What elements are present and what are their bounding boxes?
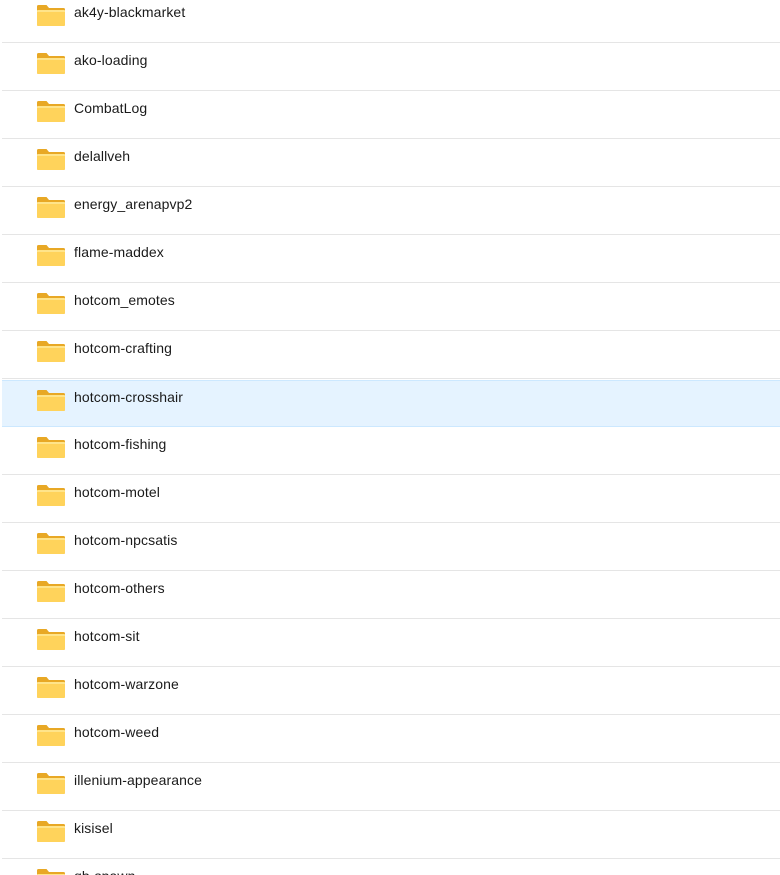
folder-name: hotcom-crosshair — [74, 389, 183, 405]
folder-name: qb-spawn — [74, 868, 136, 875]
folder-name: hotcom_emotes — [74, 292, 175, 308]
folder-icon — [36, 339, 66, 363]
folder-row-8[interactable]: hotcom-crosshair — [2, 380, 780, 427]
folder-icon — [36, 388, 66, 412]
folder-row-5[interactable]: flame-maddex — [2, 236, 780, 283]
folder-row-14[interactable]: hotcom-warzone — [2, 668, 780, 715]
folder-name: energy_arenapvp2 — [74, 196, 193, 212]
file-list: ak4y-blackmarket ako-loading CombatLog d… — [0, 0, 780, 875]
folder-name: flame-maddex — [74, 244, 164, 260]
folder-row-0[interactable]: ak4y-blackmarket — [2, 0, 780, 43]
folder-row-2[interactable]: CombatLog — [2, 92, 780, 139]
folder-icon — [36, 531, 66, 555]
folder-icon — [36, 291, 66, 315]
folder-name: illenium-appearance — [74, 772, 202, 788]
folder-row-17[interactable]: kisisel — [2, 812, 780, 859]
folder-name: hotcom-fishing — [74, 436, 167, 452]
folder-name: hotcom-weed — [74, 724, 160, 740]
folder-icon — [36, 579, 66, 603]
folder-icon — [36, 51, 66, 75]
folder-row-11[interactable]: hotcom-npcsatis — [2, 524, 780, 571]
folder-name: CombatLog — [74, 100, 148, 116]
folder-row-12[interactable]: hotcom-others — [2, 572, 780, 619]
folder-name: hotcom-crafting — [74, 340, 172, 356]
folder-name: hotcom-motel — [74, 484, 161, 500]
folder-row-7[interactable]: hotcom-crafting — [2, 332, 780, 379]
folder-name: ak4y-blackmarket — [74, 4, 186, 20]
folder-row-3[interactable]: delallveh — [2, 140, 780, 187]
folder-icon — [36, 147, 66, 171]
folder-row-16[interactable]: illenium-appearance — [2, 764, 780, 811]
folder-icon — [36, 675, 66, 699]
folder-icon — [36, 3, 66, 27]
folder-icon — [36, 627, 66, 651]
folder-icon — [36, 819, 66, 843]
folder-name: hotcom-npcsatis — [74, 532, 178, 548]
folder-icon — [36, 99, 66, 123]
folder-name: hotcom-sit — [74, 628, 140, 644]
folder-icon — [36, 243, 66, 267]
folder-icon — [36, 195, 66, 219]
folder-name: hotcom-warzone — [74, 676, 179, 692]
folder-icon — [36, 435, 66, 459]
folder-name: kisisel — [74, 820, 113, 836]
folder-icon — [36, 771, 66, 795]
folder-row-1[interactable]: ako-loading — [2, 44, 780, 91]
folder-row-13[interactable]: hotcom-sit — [2, 620, 780, 667]
folder-row-10[interactable]: hotcom-motel — [2, 476, 780, 523]
folder-icon — [36, 867, 66, 875]
folder-name: delallveh — [74, 148, 131, 164]
folder-row-4[interactable]: energy_arenapvp2 — [2, 188, 780, 235]
folder-row-18[interactable]: qb-spawn — [2, 860, 780, 875]
folder-name: hotcom-others — [74, 580, 165, 596]
folder-icon — [36, 723, 66, 747]
folder-row-9[interactable]: hotcom-fishing — [2, 428, 780, 475]
folder-row-6[interactable]: hotcom_emotes — [2, 284, 780, 331]
folder-name: ako-loading — [74, 52, 148, 68]
folder-row-15[interactable]: hotcom-weed — [2, 716, 780, 763]
folder-icon — [36, 483, 66, 507]
